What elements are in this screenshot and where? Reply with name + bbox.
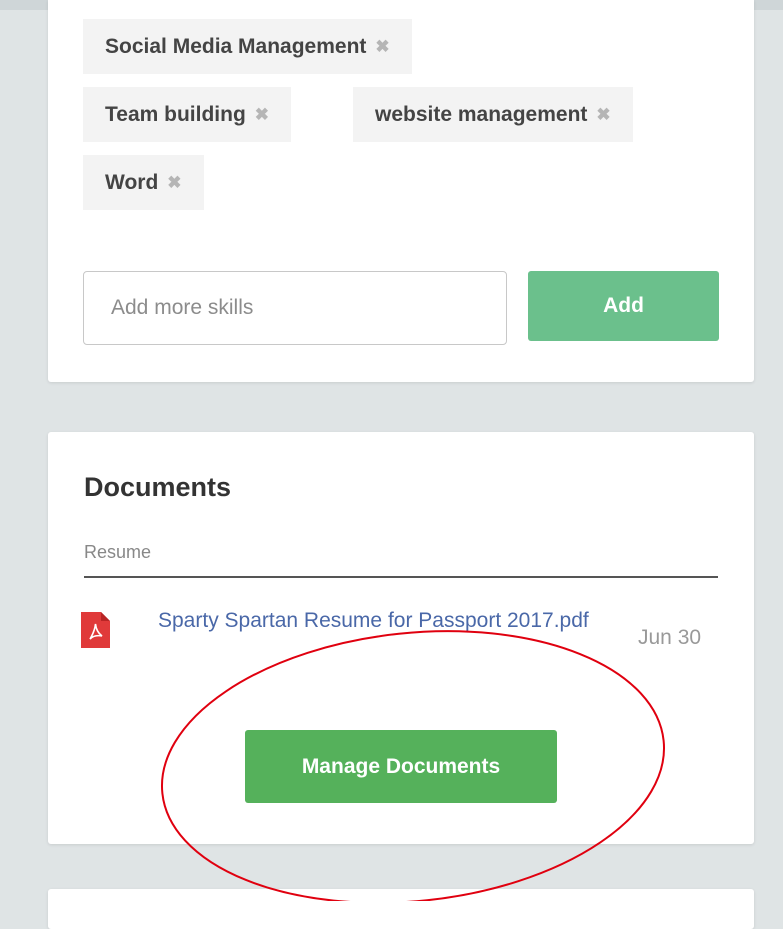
skill-tag: Team building ✖	[83, 87, 292, 142]
remove-tag-icon[interactable]: ✖	[255, 105, 269, 125]
remove-tag-icon[interactable]: ✖	[596, 105, 610, 125]
add-skill-input[interactable]	[83, 271, 507, 345]
file-date: Jun 30	[638, 626, 702, 649]
skill-tag: Word ✖	[83, 155, 204, 210]
manage-documents-button[interactable]: Manage Documents	[245, 730, 557, 803]
remove-tag-icon[interactable]: ✖	[375, 37, 389, 57]
skill-tag-label: Word	[105, 170, 159, 194]
skill-tag-label: Social Media Management	[105, 34, 367, 58]
skill-tag-label: website management	[375, 102, 588, 126]
remove-tag-icon[interactable]: ✖	[167, 173, 181, 193]
section-divider	[84, 576, 718, 578]
skill-tag: Social Media Management ✖	[83, 19, 412, 74]
documents-title: Documents	[84, 472, 232, 502]
resume-section-label: Resume	[84, 542, 152, 562]
skill-tag-label: Team building	[105, 102, 246, 126]
resume-file-link[interactable]: Sparty Spartan Resume for Passport 2017.…	[158, 604, 598, 638]
add-skill-button[interactable]: Add	[528, 271, 719, 341]
skill-tag: website management ✖	[353, 87, 633, 142]
next-card	[48, 889, 754, 929]
pdf-file-icon	[81, 612, 110, 648]
